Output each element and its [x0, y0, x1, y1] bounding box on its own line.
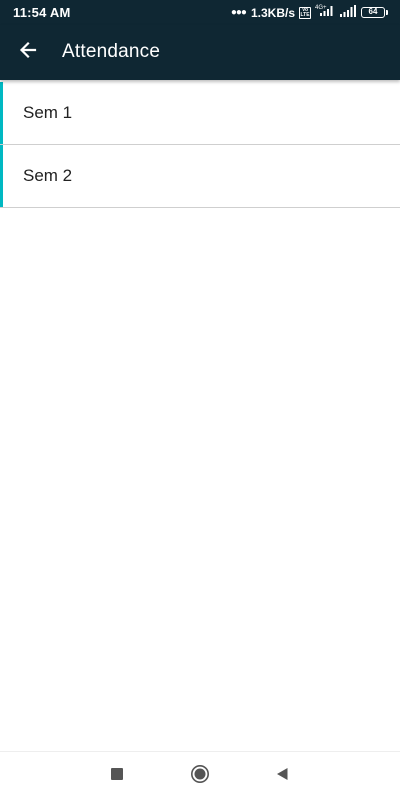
- home-button[interactable]: [188, 764, 212, 788]
- system-nav-bar: [0, 751, 400, 800]
- battery-level: 64: [361, 7, 385, 18]
- battery-tip: [386, 10, 388, 15]
- back-triangle-icon: [275, 767, 289, 786]
- semester-item-1[interactable]: Sem 1: [0, 82, 400, 145]
- recents-square-icon: [110, 767, 124, 786]
- network-type-label: 4G+: [315, 5, 327, 11]
- semester-list: Sem 1 Sem 2: [0, 82, 400, 208]
- recents-button[interactable]: [105, 764, 129, 788]
- nav-back-button[interactable]: [270, 764, 294, 788]
- back-button[interactable]: [10, 34, 46, 70]
- semester-accent-bar: [0, 82, 3, 144]
- app-bar: Attendance: [0, 25, 400, 80]
- home-circle-icon: [190, 764, 210, 789]
- volte-icon: Vo LTE: [299, 6, 311, 19]
- network-speed: 1.3KB/s: [250, 5, 295, 20]
- signal-4g-icon: 4G+: [315, 3, 335, 22]
- semester-item-2[interactable]: Sem 2: [0, 145, 400, 208]
- status-time: 11:54 AM: [13, 5, 71, 20]
- battery-icon: 64: [361, 7, 388, 18]
- more-dots-icon: ●●●: [230, 6, 247, 18]
- semester-label: Sem 2: [23, 166, 73, 185]
- semester-label: Sem 1: [23, 103, 73, 122]
- status-icons: ●●● 1.3KB/s Vo LTE 4G+ 64: [231, 4, 388, 21]
- semester-accent-bar: [0, 145, 3, 207]
- arrow-left-icon: [18, 40, 38, 65]
- page-title: Attendance: [62, 41, 161, 62]
- status-bar: 11:54 AM ●●● 1.3KB/s Vo LTE 4G+ 64: [0, 0, 400, 25]
- signal-icon: [339, 4, 357, 22]
